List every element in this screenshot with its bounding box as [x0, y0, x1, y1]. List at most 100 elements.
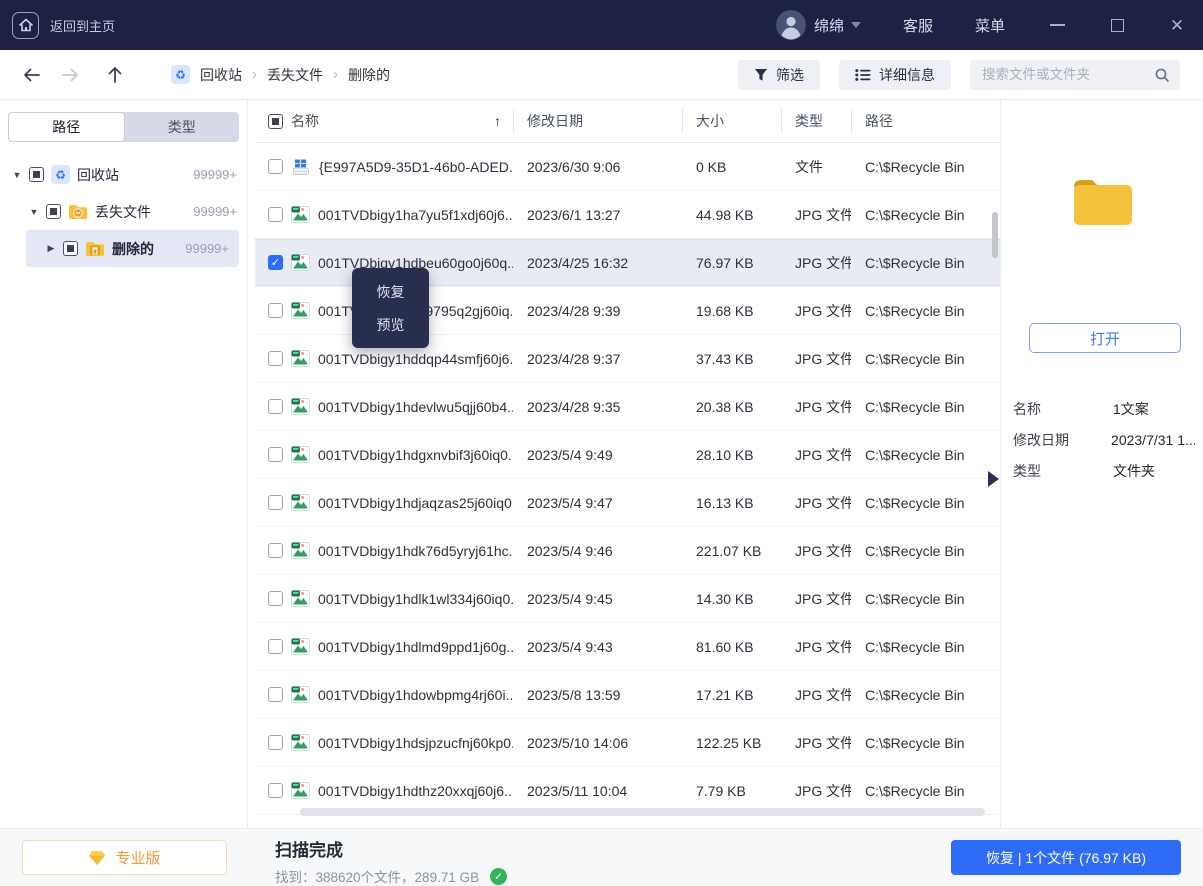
open-button[interactable]: 打开 [1029, 323, 1181, 353]
jpg-file-icon [291, 494, 310, 511]
table-row[interactable]: 001TVDbigy1ha7yu5f1xdj60j6...2023/6/1 13… [255, 191, 1000, 239]
row-checkbox[interactable] [268, 399, 283, 414]
cell-name: 001TVDbigy1hdjaqzas25j60iq0... [255, 494, 513, 511]
sidebar: 路径 类型 ▼♻回收站99999+▼丢失文件99999+▶删除的99999+ [0, 100, 248, 828]
menu-link[interactable]: 菜单 [975, 15, 1005, 36]
table-row[interactable]: 001TVDbigy1hdevlwu5qjj60b4...2023/4/28 9… [255, 383, 1000, 431]
home-label[interactable]: 返回到主页 [50, 16, 115, 35]
sort-ascending-icon[interactable]: ↑ [494, 113, 501, 129]
file-name: 001TVDbigy1ha7yu5f1xdj60j6... [318, 207, 513, 223]
filter-button[interactable]: 筛选 [738, 60, 820, 90]
context-menu-item[interactable]: 恢复 [352, 275, 429, 308]
avatar[interactable] [776, 10, 806, 40]
horizontal-scrollbar-thumb[interactable] [300, 808, 985, 816]
system-file-icon [291, 158, 311, 176]
breadcrumb-item-1[interactable]: 丢失文件 [267, 65, 323, 85]
file-name: {E997A5D9-35D1-46b0-ADED... [319, 159, 513, 175]
table-row[interactable]: 001TVDbigy1hdlmd9ppd1j60g...2023/5/4 9:4… [255, 623, 1000, 671]
support-link[interactable]: 客服 [903, 15, 933, 36]
cell-date: 2023/4/25 16:32 [513, 255, 682, 271]
back-button[interactable] [20, 64, 42, 86]
column-header-size[interactable]: 大小 [682, 111, 781, 131]
chevron-right-icon[interactable]: ▶ [46, 243, 56, 254]
cell-path: C:\$Recycle Bin [851, 351, 1000, 367]
jpg-file-icon [291, 542, 310, 559]
up-button[interactable] [104, 64, 126, 86]
tab-type[interactable]: 类型 [125, 112, 240, 142]
cell-name: 001TVDbigy1hdlk1wl334j60iq0... [255, 590, 513, 607]
table-row[interactable]: 001TVDbigy1hdjaqzas25j60iq0...2023/5/4 9… [255, 479, 1000, 527]
details-button[interactable]: 详细信息 [839, 60, 951, 90]
row-checkbox[interactable] [268, 447, 283, 462]
preview-field-label: 修改日期 [1013, 430, 1111, 450]
tree-checkbox[interactable] [46, 204, 61, 219]
row-checkbox[interactable] [268, 543, 283, 558]
column-header-date[interactable]: 修改日期 [513, 111, 682, 131]
chevron-down-icon[interactable]: ▼ [29, 207, 39, 217]
row-checkbox[interactable] [268, 255, 283, 270]
collapse-panel-arrow[interactable] [988, 471, 999, 487]
recover-button[interactable]: 恢复 | 1个文件 (76.97 KB) [951, 840, 1181, 875]
cell-date: 2023/5/11 10:04 [513, 783, 682, 799]
select-all-checkbox[interactable] [268, 114, 283, 129]
cell-type: 文件 [781, 157, 851, 177]
breadcrumb-item-0[interactable]: 回收站 [200, 65, 242, 85]
close-button[interactable]: ✕ [1169, 17, 1185, 33]
tree-label: 回收站 [77, 165, 119, 185]
cell-name: 001TVDbigy1hdlmd9ppd1j60g... [255, 638, 513, 655]
cell-date: 2023/4/28 9:37 [513, 351, 682, 367]
sidebar-item-1[interactable]: ▼丢失文件99999+ [0, 193, 247, 230]
pro-version-button[interactable]: 专业版 [22, 840, 227, 875]
search-box[interactable] [970, 60, 1180, 90]
table-row[interactable]: 001TVDbigy1hdlk1wl334j60iq0...2023/5/4 9… [255, 575, 1000, 623]
vertical-scrollbar-thumb[interactable] [992, 212, 998, 258]
home-button[interactable] [12, 12, 39, 39]
column-header-name[interactable]: 名称 ↑ [255, 111, 513, 131]
jpg-file-icon [291, 686, 310, 703]
row-checkbox[interactable] [268, 159, 283, 174]
jpg-file-icon [291, 446, 310, 463]
sidebar-item-2[interactable]: ▶删除的99999+ [26, 230, 239, 267]
success-check-icon: ✓ [490, 868, 507, 885]
tab-path[interactable]: 路径 [8, 112, 125, 142]
table-header: 名称 ↑ 修改日期 大小 类型 路径 [255, 100, 1000, 143]
row-checkbox[interactable] [268, 591, 283, 606]
breadcrumb-item-2[interactable]: 删除的 [348, 65, 390, 85]
scan-title: 扫描完成 [275, 836, 507, 861]
search-input[interactable] [982, 67, 1154, 82]
table-row[interactable]: 001TVDbigy1hdgxnvbif3j60iq0...2023/5/4 9… [255, 431, 1000, 479]
row-checkbox[interactable] [268, 207, 283, 222]
row-checkbox[interactable] [268, 303, 283, 318]
jpg-file-icon [291, 782, 310, 799]
forward-button[interactable] [59, 64, 81, 86]
file-name: 001TVDbigy1hdthz20xxqj60j6... [318, 783, 513, 799]
user-dropdown-icon[interactable] [851, 22, 861, 28]
table-row[interactable]: {E997A5D9-35D1-46b0-ADED...2023/6/30 9:0… [255, 143, 1000, 191]
row-checkbox[interactable] [268, 495, 283, 510]
search-icon[interactable] [1154, 67, 1170, 83]
row-checkbox[interactable] [268, 351, 283, 366]
table-row[interactable]: 001TVDbigy1hdowbpmg4rj60i...2023/5/8 13:… [255, 671, 1000, 719]
tree-checkbox[interactable] [63, 241, 78, 256]
row-checkbox[interactable] [268, 639, 283, 654]
table-row[interactable]: 001TVDbigy1hdk76d5yryj61hc...2023/5/4 9:… [255, 527, 1000, 575]
row-checkbox[interactable] [268, 735, 283, 750]
row-checkbox[interactable] [268, 783, 283, 798]
column-header-path[interactable]: 路径 [851, 111, 1000, 131]
cell-path: C:\$Recycle Bin [851, 687, 1000, 703]
tree-checkbox[interactable] [29, 167, 44, 182]
sidebar-item-0[interactable]: ▼♻回收站99999+ [0, 156, 247, 193]
table-row[interactable]: 001TVDbigy1hdsjpzucfnj60kp0...2023/5/10 … [255, 719, 1000, 767]
context-menu-item[interactable]: 预览 [352, 308, 429, 341]
cell-name: 001TVDbigy1hdthz20xxqj60j6... [255, 782, 513, 799]
file-name: 001TVDbigy1hdowbpmg4rj60i... [318, 687, 513, 703]
user-name[interactable]: 绵绵 [814, 15, 844, 36]
minimize-button[interactable] [1049, 17, 1065, 33]
jpg-file-icon [291, 638, 310, 655]
maximize-button[interactable] [1109, 17, 1125, 33]
column-header-type[interactable]: 类型 [781, 111, 851, 131]
cell-path: C:\$Recycle Bin [851, 447, 1000, 463]
chevron-down-icon[interactable]: ▼ [12, 170, 22, 180]
details-label: 详细信息 [879, 65, 935, 85]
row-checkbox[interactable] [268, 687, 283, 702]
